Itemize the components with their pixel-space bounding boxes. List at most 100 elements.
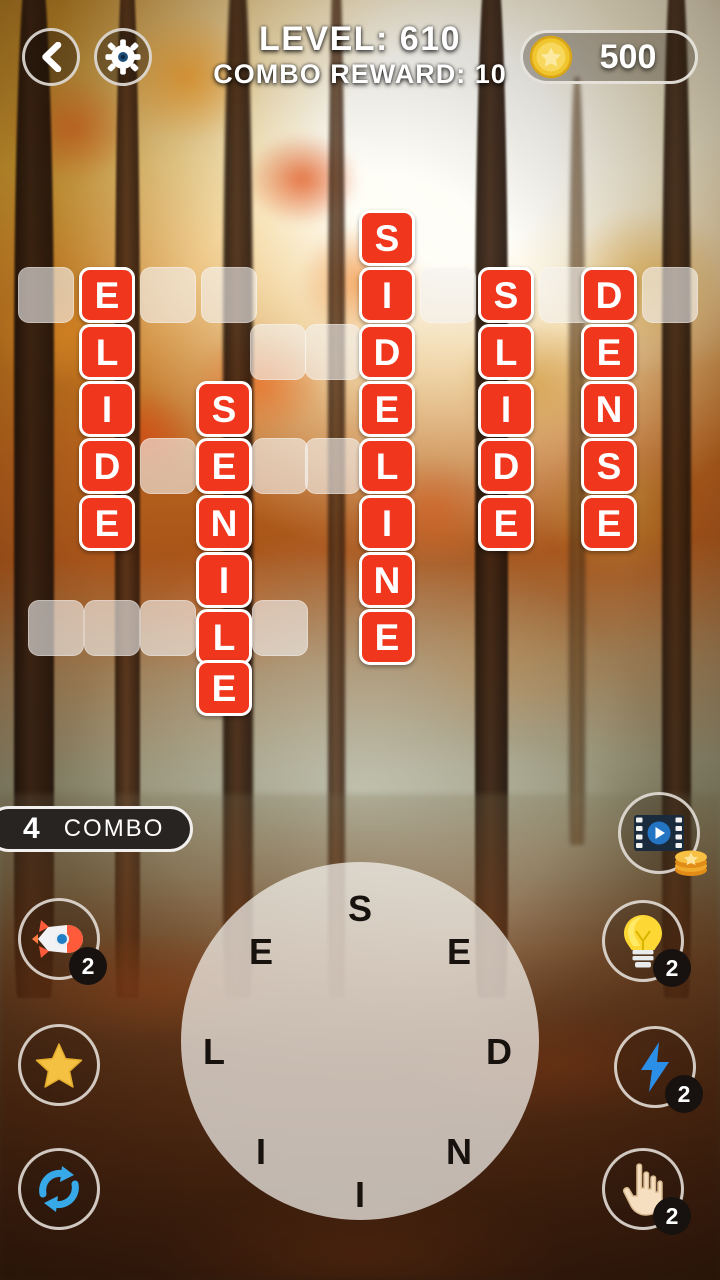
grid-cell-letter: S (581, 438, 637, 494)
grid-cell-letter: L (79, 324, 135, 380)
grid-cell-letter-text: S (211, 388, 237, 430)
grid-cell-letter: E (581, 324, 637, 380)
grid-cell-letter: E (478, 495, 534, 551)
grid-cell-letter: I (196, 552, 252, 608)
grid-cell-letter-text: D (595, 274, 623, 316)
combo-count: 4 (23, 812, 40, 845)
grid-cell-letter: D (478, 438, 534, 494)
grid-cell-empty (250, 324, 306, 380)
grid-cell-letter-text: S (596, 445, 622, 487)
lightning-button[interactable]: 2 (614, 1026, 703, 1113)
grid-cell-letter: D (79, 438, 135, 494)
star-icon (35, 1043, 83, 1088)
grid-cell-empty (201, 267, 257, 323)
rocket-count-badge: 2 (69, 947, 107, 985)
grid-cell-letter: I (478, 381, 534, 437)
wheel-letter[interactable]: N (434, 1127, 484, 1177)
grid-cell-letter-text: L (375, 445, 399, 487)
grid-cell-empty (28, 600, 84, 656)
grid-cell-letter-text: E (374, 388, 400, 430)
grid-cell-letter-text: L (212, 616, 236, 658)
coin-stack-icon (675, 850, 707, 876)
wheel-letter[interactable]: L (189, 1027, 239, 1077)
combo-label: COMBO (63, 815, 165, 842)
grid-cell-letter-text: I (500, 388, 512, 430)
grid-cell-empty (140, 267, 196, 323)
grid-cell-letter: E (79, 267, 135, 323)
grid-cell-letter-text: I (101, 388, 113, 430)
grid-cell-empty (140, 438, 196, 494)
grid-cell-letter-text: E (211, 667, 237, 709)
grid-cell-letter: E (581, 495, 637, 551)
grid-cell-letter-text: S (493, 274, 519, 316)
coin-amount: 500 (599, 37, 657, 76)
grid-cell-empty (84, 600, 140, 656)
tap-hint-button[interactable]: 2 (602, 1148, 691, 1235)
grid-cell-letter: E (196, 438, 252, 494)
tap-hint-count-badge: 2 (653, 1197, 691, 1235)
grid-cell-letter: E (196, 660, 252, 716)
grid-cell-empty (252, 438, 308, 494)
grid-cell-letter: N (196, 495, 252, 551)
wheel-letter[interactable]: S (335, 884, 385, 934)
hint-count-badge: 2 (653, 949, 691, 987)
grid-cell-letter: I (79, 381, 135, 437)
grid-cell-letter-text: N (373, 559, 401, 601)
grid-cell-letter-text: L (95, 331, 119, 373)
grid-cell-letter-text: E (596, 331, 622, 373)
grid-cell-letter-text: I (381, 274, 393, 316)
grid-cell-letter: I (359, 495, 415, 551)
wheel-letter[interactable]: D (474, 1027, 524, 1077)
grid-cell-letter: E (359, 609, 415, 665)
grid-cell-letter: D (581, 267, 637, 323)
grid-cell-letter: L (478, 324, 534, 380)
coin-counter[interactable]: 500 (520, 30, 698, 84)
wheel-letter[interactable]: E (236, 927, 286, 977)
grid-cell-letter-text: E (94, 502, 120, 544)
grid-cell-letter: S (196, 381, 252, 437)
grid-cell-empty (305, 324, 361, 380)
grid-cell-letter: S (359, 210, 415, 266)
letter-wheel[interactable]: SEELDINI (181, 862, 539, 1220)
hint-bulb-button[interactable]: 2 (602, 900, 691, 987)
grid-cell-letter-text: E (374, 616, 400, 658)
grid-cell-letter-text: E (211, 445, 237, 487)
wheel-letter[interactable]: E (434, 927, 484, 977)
grid-cell-letter: N (581, 381, 637, 437)
grid-cell-letter-text: L (494, 331, 518, 373)
grid-cell-letter-text: D (373, 331, 401, 373)
grid-cell-letter: S (478, 267, 534, 323)
wheel-letter[interactable]: I (335, 1170, 385, 1220)
grid-cell-letter: L (359, 438, 415, 494)
grid-cell-letter: E (79, 495, 135, 551)
lightning-count-badge: 2 (665, 1075, 703, 1113)
grid-cell-letter-text: N (595, 388, 623, 430)
shuffle-icon (39, 1166, 79, 1212)
shuffle-button[interactable] (18, 1148, 100, 1230)
grid-cell-letter: D (359, 324, 415, 380)
grid-cell-empty (305, 438, 361, 494)
wheel-letter[interactable]: I (236, 1127, 286, 1177)
watch-video-coins-button[interactable] (618, 792, 707, 876)
grid-cell-letter-text: D (93, 445, 121, 487)
grid-cell-letter-text: I (218, 559, 230, 601)
grid-cell-empty (420, 267, 476, 323)
grid-cell-letter: E (359, 381, 415, 437)
star-button[interactable] (18, 1024, 100, 1106)
grid-cell-letter-text: E (94, 274, 120, 316)
rocket-booster-button[interactable]: 2 (18, 898, 107, 985)
grid-cell-empty (642, 267, 698, 323)
grid-cell-letter-text: E (596, 502, 622, 544)
top-bar: LEVEL: 610 COMBO REWARD: 10 500 (0, 0, 720, 110)
grid-cell-letter: L (196, 609, 252, 665)
grid-cell-empty (18, 267, 74, 323)
grid-cell-letter-text: I (381, 502, 393, 544)
grid-cell-letter: N (359, 552, 415, 608)
grid-cell-empty (252, 600, 308, 656)
grid-cell-letter-text: N (210, 502, 238, 544)
grid-cell-letter: I (359, 267, 415, 323)
grid-cell-letter-text: D (492, 445, 520, 487)
grid-cell-empty (140, 600, 196, 656)
coin-icon (529, 35, 573, 79)
combo-badge: 4 COMBO (0, 806, 194, 852)
